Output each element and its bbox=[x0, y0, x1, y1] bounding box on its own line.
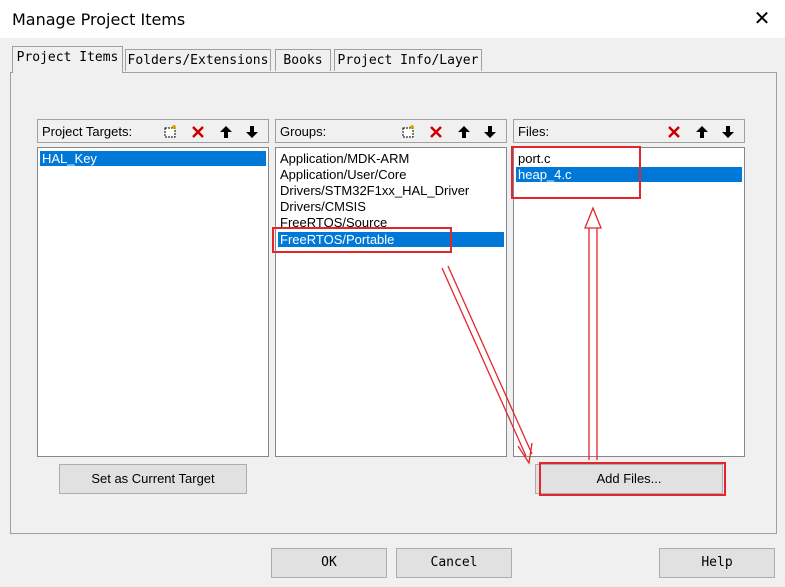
files-header-label: Files: bbox=[518, 124, 550, 139]
files-listbox[interactable]: port.c heap_4.c bbox=[513, 147, 745, 457]
title-bar: Manage Project Items ✕ bbox=[0, 0, 785, 38]
help-button[interactable]: Help bbox=[659, 548, 775, 578]
move-up-arrow-icon[interactable] bbox=[216, 122, 236, 141]
cancel-button[interactable]: Cancel bbox=[396, 548, 512, 578]
targets-listbox[interactable]: HAL_Key bbox=[37, 147, 269, 457]
move-down-arrow-icon[interactable] bbox=[242, 122, 262, 141]
list-item[interactable]: HAL_Key bbox=[40, 151, 266, 166]
targets-pane-header: Project Targets: bbox=[37, 119, 269, 143]
set-as-current-target-button[interactable]: Set as Current Target bbox=[59, 464, 247, 494]
delete-x-icon[interactable] bbox=[426, 122, 446, 141]
list-item[interactable]: Application/User/Core bbox=[278, 167, 504, 182]
files-pane-header: Files: bbox=[513, 119, 745, 143]
list-item[interactable]: Drivers/CMSIS bbox=[278, 199, 504, 214]
delete-x-icon[interactable] bbox=[664, 122, 684, 141]
ok-button[interactable]: OK bbox=[271, 548, 387, 578]
groups-listbox[interactable]: Application/MDK-ARM Application/User/Cor… bbox=[275, 147, 507, 457]
groups-pane-header: Groups: bbox=[275, 119, 507, 143]
list-item[interactable]: Drivers/STM32F1xx_HAL_Driver bbox=[278, 183, 504, 198]
move-up-arrow-icon[interactable] bbox=[454, 122, 474, 141]
window-title: Manage Project Items bbox=[12, 10, 186, 29]
move-down-arrow-icon[interactable] bbox=[480, 122, 500, 141]
tab-project-info-layer[interactable]: Project Info/Layer bbox=[334, 49, 482, 71]
list-item[interactable]: Application/MDK-ARM bbox=[278, 151, 504, 166]
move-down-arrow-icon[interactable] bbox=[718, 122, 738, 141]
move-up-arrow-icon[interactable] bbox=[692, 122, 712, 141]
list-item[interactable]: port.c bbox=[516, 151, 742, 166]
close-icon[interactable]: ✕ bbox=[752, 6, 772, 30]
list-item[interactable]: FreeRTOS/Portable bbox=[278, 232, 504, 247]
groups-header-label: Groups: bbox=[280, 124, 327, 139]
tab-project-items[interactable]: Project Items bbox=[12, 46, 123, 73]
targets-header-label: Project Targets: bbox=[42, 124, 133, 139]
new-item-icon[interactable] bbox=[398, 122, 418, 141]
new-item-icon[interactable] bbox=[160, 122, 180, 141]
tab-folders-extensions[interactable]: Folders/Extensions bbox=[125, 49, 271, 71]
list-item[interactable]: FreeRTOS/Source bbox=[278, 215, 504, 230]
tab-books[interactable]: Books bbox=[275, 49, 331, 71]
list-item[interactable]: heap_4.c bbox=[516, 167, 742, 182]
add-files-button[interactable]: Add Files... bbox=[535, 464, 723, 494]
delete-x-icon[interactable] bbox=[188, 122, 208, 141]
